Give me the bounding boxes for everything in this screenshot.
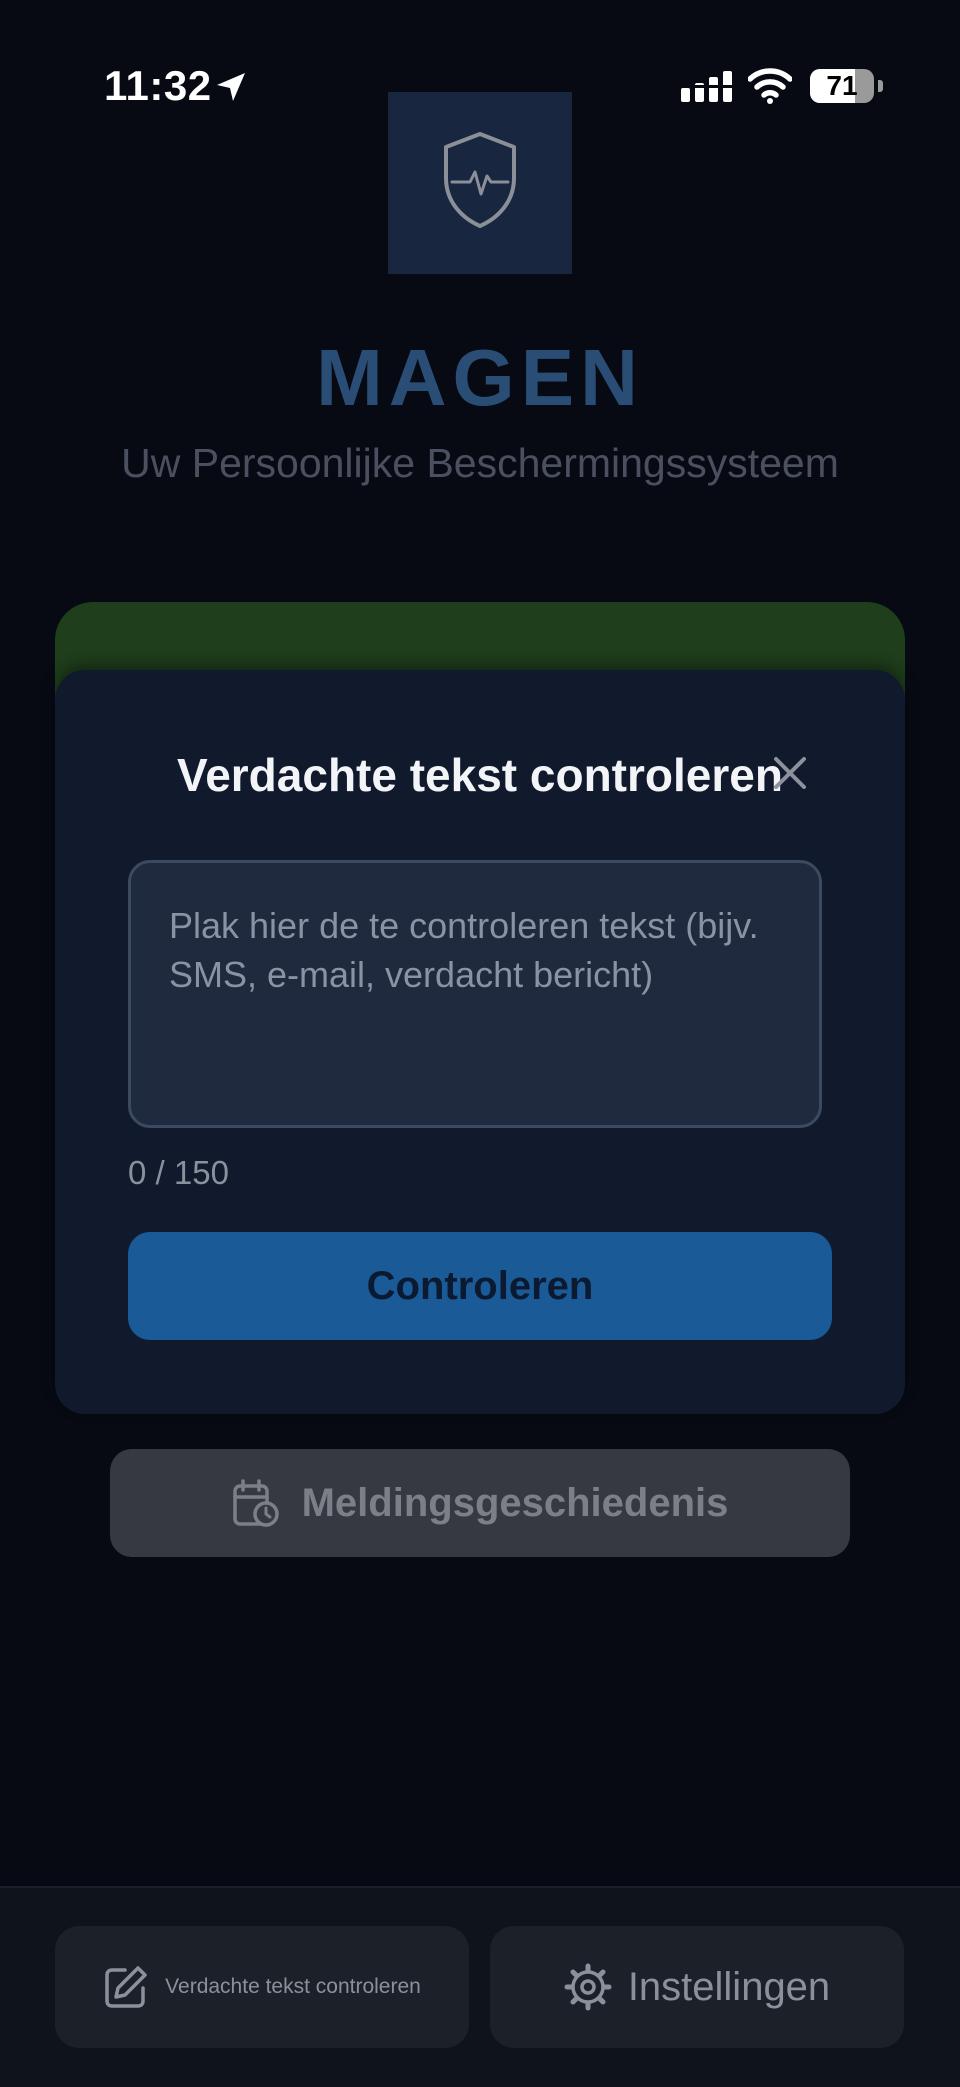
edit-icon	[105, 1966, 147, 2008]
gear-icon	[564, 1963, 612, 2011]
battery-icon: 71	[810, 69, 883, 103]
nav-settings[interactable]: Instellingen	[490, 1926, 904, 2048]
wifi-icon	[748, 68, 792, 104]
battery-level: 71	[826, 70, 858, 101]
status-time: 11:32	[104, 62, 212, 109]
location-arrow-icon	[217, 73, 245, 101]
app-logo	[388, 92, 572, 274]
app-title: MAGEN	[316, 333, 644, 422]
bottom-nav: Verdachte tekst controleren Instellingen	[0, 1886, 960, 2087]
check-button[interactable]: Controleren	[128, 1232, 832, 1340]
history-button[interactable]: Meldingsgeschiedenis	[110, 1449, 850, 1557]
app-subtitle: Uw Persoonlijke Beschermingssysteem	[121, 440, 839, 486]
close-icon[interactable]	[765, 748, 815, 798]
suspicious-text-input[interactable]	[128, 860, 822, 1128]
nav-check-text-label: Verdachte tekst controleren	[165, 1975, 421, 1998]
history-button-label: Meldingsgeschiedenis	[301, 1480, 729, 1525]
shield-heartbeat-icon	[444, 132, 516, 228]
nav-check-text[interactable]: Verdachte tekst controleren	[55, 1926, 469, 2048]
character-counter: 0 / 150	[128, 1154, 229, 1191]
cellular-signal-icon	[680, 71, 734, 102]
calendar-clock-icon	[232, 1479, 279, 1527]
check-text-modal: Verdachte tekst controleren 0 / 150 Cont…	[55, 670, 905, 1414]
nav-settings-label: Instellingen	[627, 1964, 831, 2009]
